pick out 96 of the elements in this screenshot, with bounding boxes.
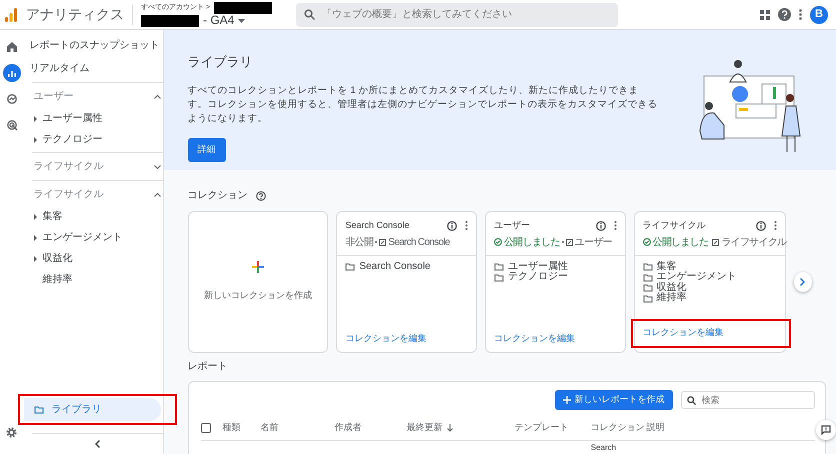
card-title: Search Console (345, 219, 410, 232)
chevron-down-icon[interactable] (154, 164, 161, 168)
publish-status: 非公開 (345, 236, 374, 250)
help-icon[interactable] (778, 8, 791, 21)
more-vertical-icon[interactable] (774, 221, 777, 230)
select-all-checkbox[interactable] (200, 422, 211, 432)
column-header[interactable]: 種類 (222, 420, 241, 434)
edit-collection-link[interactable]: コレクションを編集 (345, 333, 426, 343)
report-folder: テクノロジー (508, 272, 568, 282)
feedback-icon (821, 425, 831, 435)
report-folder: 収益化 (656, 282, 687, 292)
edit-collection-link[interactable]: コレクションを編集 (494, 333, 575, 343)
section-header[interactable]: ライフサイクル (34, 159, 104, 174)
create-collection-card[interactable]: 新しいコレクションを作成 (188, 211, 328, 353)
nav-link[interactable]: レポートのスナップショット (24, 34, 163, 57)
expand-arrow-icon[interactable] (34, 116, 37, 122)
table-cell: Search (590, 442, 616, 454)
nav-item[interactable]: ユーザー属性 (42, 111, 103, 126)
bar-chart-icon[interactable] (2, 64, 21, 82)
plus-icon (562, 396, 571, 404)
edit-collection-link[interactable]: コレクションを編集 (642, 327, 724, 337)
chevron-left-icon[interactable] (94, 440, 100, 448)
new-report-button[interactable]: 新しいレポートを作成 (554, 390, 673, 410)
page-title: ライブラリ (188, 53, 254, 71)
card-title: ライフサイクル (642, 219, 706, 232)
section-header[interactable]: ユーザー (34, 89, 74, 104)
property-name[interactable]: - GA4 (203, 14, 234, 28)
report-folder: 集客 (656, 262, 677, 272)
folder-icon (642, 294, 653, 303)
report-folder: Search Console (359, 262, 430, 272)
template-icon (566, 238, 573, 246)
folder-icon (34, 405, 44, 414)
nav-item[interactable]: 集客 (42, 209, 63, 224)
card-title: ユーザー (494, 219, 530, 232)
more-vertical-icon[interactable] (464, 221, 468, 230)
nav-item[interactable]: 維持率 (42, 272, 73, 287)
chevron-right-icon (800, 278, 806, 286)
column-header[interactable]: テンプレート (514, 420, 569, 434)
folder-icon (642, 262, 653, 272)
template-icon (379, 238, 386, 246)
sort-arrow-icon[interactable] (446, 424, 453, 432)
info-icon[interactable] (446, 220, 457, 231)
info-icon[interactable] (756, 220, 766, 231)
template-icon (712, 238, 720, 246)
expand-arrow-icon[interactable] (34, 136, 37, 142)
column-header[interactable]: 作成者 (334, 420, 362, 434)
library-nav-item[interactable]: ライブラリ (24, 398, 161, 421)
description-text: すべてのコレクションとレポートを 1 か所にまとめてカスタマイズしたり、新たに作成したりできます。コレクションを使用すると、管理者は左側のナビゲーションでレポートの表示をカスタマイズできるようになります。 (188, 84, 658, 126)
apps-grid-icon[interactable] (760, 10, 770, 20)
report-folder: 維持率 (656, 293, 687, 304)
analytics-logo-icon (4, 6, 18, 22)
help-icon[interactable] (256, 190, 266, 200)
section-header[interactable]: ライフサイクル (34, 187, 104, 202)
feedback-button[interactable] (816, 420, 836, 440)
app-title: アナリティクス (26, 5, 124, 24)
expand-arrow-icon[interactable] (34, 214, 37, 220)
next-button[interactable] (794, 272, 812, 292)
search-icon (686, 396, 696, 405)
folder-icon (494, 262, 504, 272)
caret-icon (238, 18, 246, 22)
report-folder: ユーザー属性 (508, 262, 568, 272)
column-header[interactable]: 最終更新 (406, 420, 443, 434)
folder-icon (642, 272, 653, 282)
settings-icon[interactable] (6, 427, 18, 438)
collection-source: ユーザー (574, 236, 612, 250)
more-vertical-icon[interactable] (799, 9, 802, 20)
column-header[interactable]: コレクション (590, 420, 645, 434)
column-header[interactable]: 説明 (646, 420, 665, 434)
expand-arrow-icon[interactable] (34, 256, 37, 262)
folder-icon (345, 262, 356, 272)
report-folder: エンゲージメント (656, 272, 737, 282)
folder-icon (494, 272, 504, 282)
nav-item[interactable]: テクノロジー (42, 132, 103, 147)
account-avatar[interactable]: B (810, 6, 828, 24)
search-field[interactable]: 検索 (680, 390, 815, 409)
chevron-up-icon[interactable] (154, 94, 161, 98)
expand-arrow-icon[interactable] (34, 234, 37, 240)
plus-icon (252, 261, 264, 274)
folder-icon (642, 283, 653, 292)
info-icon[interactable] (596, 220, 606, 231)
section-title: レポート (188, 360, 229, 374)
chevron-up-icon[interactable] (154, 192, 161, 196)
collection-source: Search Console (388, 236, 450, 250)
collection-source: ライフサイクル (721, 236, 786, 250)
more-vertical-icon[interactable] (614, 221, 617, 230)
publish-status: 公開しました (504, 236, 560, 250)
column-header[interactable]: 名前 (260, 420, 279, 434)
publish-status: 公開しました (652, 236, 708, 250)
nav-link[interactable]: リアルタイム (24, 57, 163, 80)
card-label: 新しいコレクションを作成 (204, 289, 312, 302)
details-button[interactable]: 詳細 (188, 138, 226, 162)
section-title: コレクション (188, 189, 248, 203)
nav-item[interactable]: 収益化 (42, 251, 73, 266)
nav-item[interactable]: エンゲージメント (42, 230, 123, 245)
search-field[interactable]: 「ウェブの概要」と検索してみてください (296, 2, 618, 26)
search-icon (304, 8, 316, 20)
